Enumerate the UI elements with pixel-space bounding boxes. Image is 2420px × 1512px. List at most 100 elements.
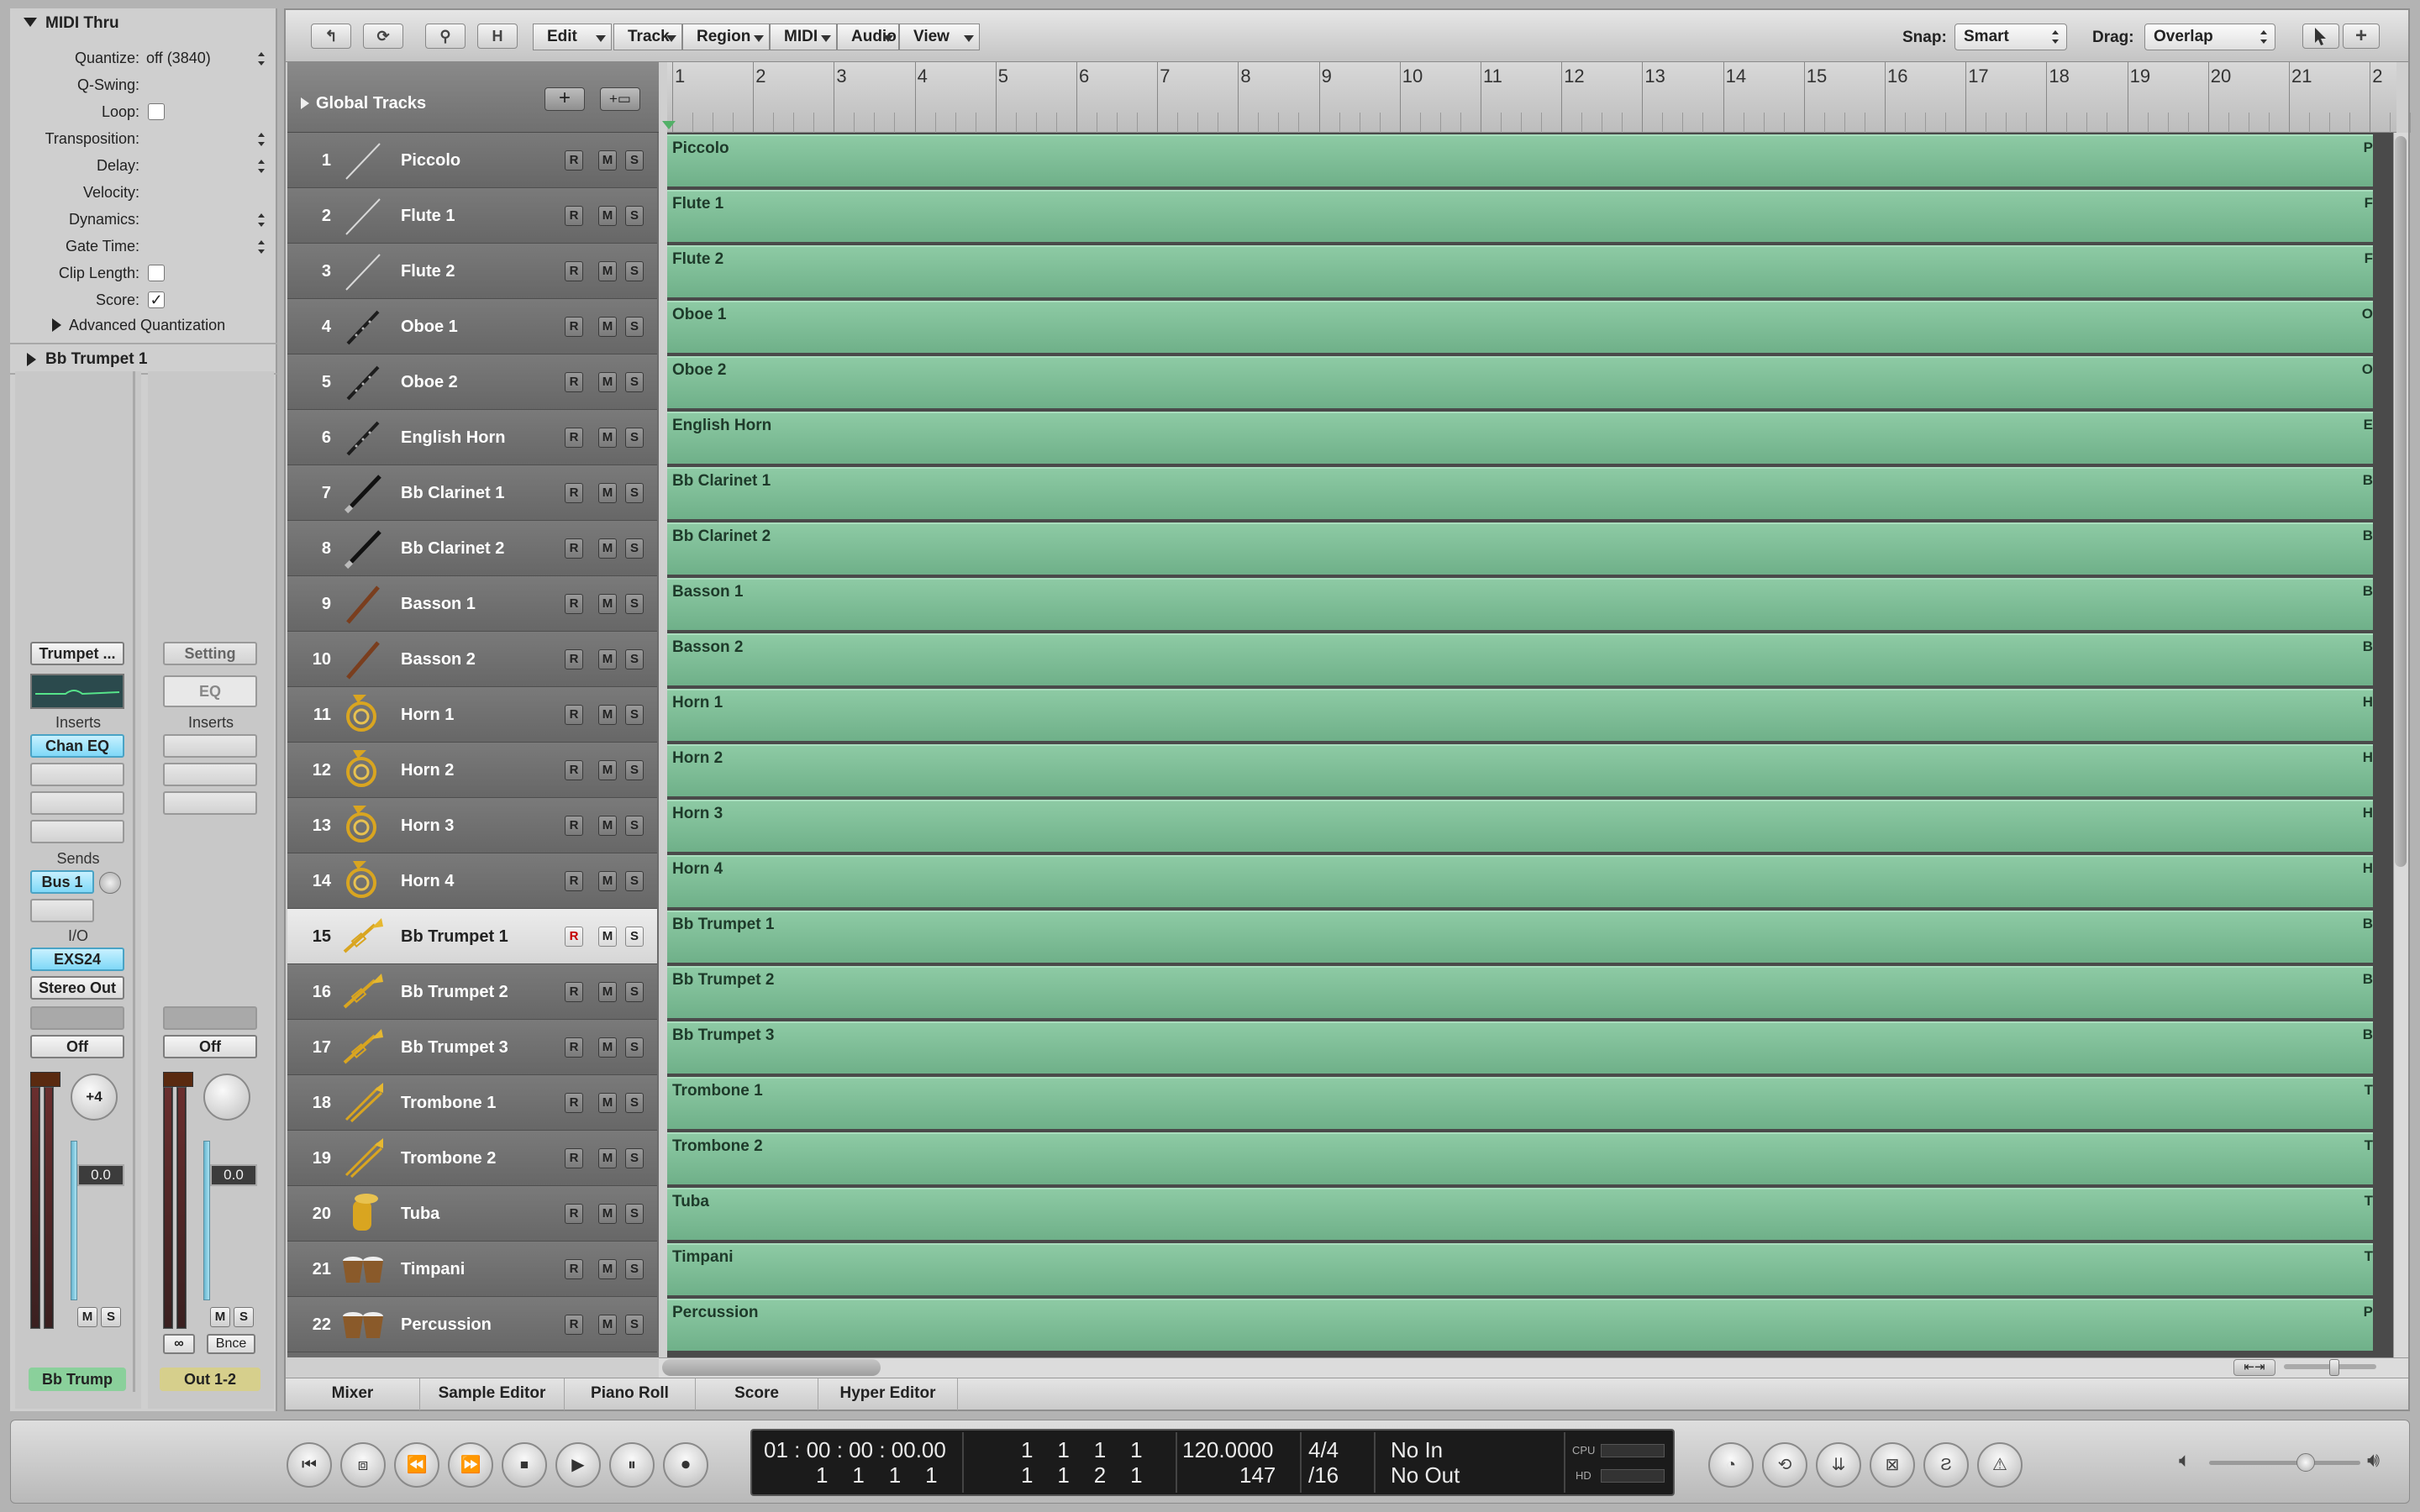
track-name[interactable]: Bb Trumpet 3 <box>401 1020 508 1075</box>
crosshair-tool-icon[interactable]: + <box>2343 24 2380 49</box>
disclosure-triangle-icon[interactable] <box>301 97 309 109</box>
play-icon[interactable]: ▶ <box>555 1442 601 1488</box>
solo-button[interactable]: S <box>625 927 644 947</box>
bounce-button[interactable]: Bnce <box>207 1334 255 1354</box>
tab-piano-roll[interactable]: Piano Roll <box>565 1378 696 1410</box>
solo-button[interactable]: S <box>101 1307 121 1327</box>
record-enable-button[interactable]: R <box>565 206 583 226</box>
insert-slot-2[interactable] <box>163 763 257 786</box>
fast-forward-icon[interactable]: ⏩ <box>448 1442 493 1488</box>
peak-indicator[interactable] <box>30 1072 60 1087</box>
timpani-icon[interactable] <box>341 1303 385 1347</box>
midi-region[interactable]: Horn 4 H <box>667 855 2373 907</box>
track-header[interactable]: 12 Horn 2 RMS <box>287 743 657 798</box>
track-header[interactable]: 1 Piccolo R M S <box>287 133 657 188</box>
track-name[interactable]: Bb Clarinet 2 <box>401 521 504 576</box>
track-header[interactable]: 14 Horn 4 RMS <box>287 853 657 909</box>
param-row[interactable]: Velocity: <box>10 180 277 205</box>
solo-button[interactable]: S <box>625 538 644 559</box>
record-enable-button[interactable]: R <box>565 760 583 780</box>
mute-button[interactable]: M <box>77 1307 97 1327</box>
track-name[interactable]: Trombone 1 <box>401 1075 496 1131</box>
mute-button[interactable]: M <box>598 538 617 559</box>
eq-thumbnail[interactable] <box>30 674 124 709</box>
pan-knob[interactable]: +4 <box>71 1074 118 1121</box>
param-row[interactable]: Score: ✓ <box>10 287 277 312</box>
oboe-icon[interactable] <box>341 305 385 349</box>
mute-button[interactable]: M <box>598 1315 617 1335</box>
cycle-icon[interactable]: ⟲ <box>1762 1442 1807 1488</box>
bassoon-icon[interactable] <box>341 638 385 681</box>
record-enable-button[interactable]: R <box>565 871 583 891</box>
track-name[interactable]: Oboe 2 <box>401 354 458 410</box>
volume-fader[interactable] <box>71 1141 77 1300</box>
trombone-icon[interactable] <box>341 1137 385 1180</box>
track-header[interactable]: 13 Horn 3 RMS <box>287 798 657 853</box>
track-name[interactable]: Horn 4 <box>401 853 454 909</box>
solo-button[interactable]: S <box>625 982 644 1002</box>
midi-region[interactable]: Horn 1 H <box>667 689 2373 741</box>
param-row[interactable]: Quantize: off (3840) <box>10 45 277 71</box>
menu-region[interactable]: Region <box>682 24 770 50</box>
track-name[interactable]: Horn 1 <box>401 687 454 743</box>
catch-icon[interactable]: ↰ <box>311 24 351 49</box>
tab-sample-editor[interactable]: Sample Editor <box>420 1378 565 1410</box>
track-header[interactable]: 15 Bb Trumpet 1 RMS <box>287 909 657 964</box>
automation-mode-button[interactable]: Off <box>163 1035 257 1058</box>
channel-strip-name[interactable]: Out 1-2 <box>160 1368 260 1391</box>
insert-slot-3[interactable] <box>163 791 257 815</box>
metronome-icon[interactable]: ⚠ <box>1977 1442 2023 1488</box>
solo-button[interactable]: S <box>625 428 644 448</box>
midi-region[interactable]: Bb Clarinet 2 B <box>667 522 2373 575</box>
clarinet-icon[interactable] <box>341 471 385 515</box>
track-header[interactable]: 22 Percussion R M S <box>287 1297 657 1352</box>
trumpet-icon[interactable] <box>341 1026 385 1069</box>
trumpet-icon[interactable] <box>341 915 385 958</box>
french-horn-icon[interactable] <box>341 804 385 848</box>
peak-indicator[interactable] <box>163 1072 193 1087</box>
clarinet-icon[interactable] <box>341 527 385 570</box>
mute-button[interactable]: M <box>598 483 617 503</box>
mute-button[interactable]: M <box>598 261 617 281</box>
record-enable-button[interactable]: R <box>565 1204 583 1224</box>
solo-button[interactable]: S <box>625 372 644 392</box>
track-header[interactable]: 19 Trombone 2 RMS <box>287 1131 657 1186</box>
record-enable-button[interactable]: R <box>565 261 583 281</box>
mute-button[interactable]: M <box>598 871 617 891</box>
mute-button[interactable]: M <box>598 150 617 171</box>
track-header[interactable]: 20 Tuba R M S <box>287 1186 657 1242</box>
sync-icon[interactable]: Ƨ <box>1923 1442 1969 1488</box>
rewind-icon[interactable]: ⏪ <box>394 1442 439 1488</box>
mute-button[interactable]: M <box>598 816 617 836</box>
french-horn-icon[interactable] <box>341 859 385 903</box>
menu-audio[interactable]: Audio <box>837 24 899 50</box>
balance-knob[interactable] <box>203 1074 250 1121</box>
stop-icon[interactable]: ⏹ <box>502 1442 547 1488</box>
midi-region[interactable]: Basson 2 B <box>667 633 2373 685</box>
record-enable-button[interactable]: R <box>565 982 583 1002</box>
midi-region[interactable]: Oboe 2 O <box>667 356 2373 408</box>
woodwind-stick-icon[interactable] <box>341 249 385 293</box>
track-header[interactable]: 21 Timpani R M S <box>287 1242 657 1297</box>
eq-thumbnail[interactable]: EQ <box>163 675 257 707</box>
disclosure-triangle-icon[interactable] <box>24 18 37 27</box>
french-horn-icon[interactable] <box>341 693 385 737</box>
mute-button[interactable]: M <box>598 1204 617 1224</box>
duplicate-track-button[interactable]: +▭ <box>600 87 640 111</box>
playhead-marker-icon[interactable] <box>662 121 676 129</box>
record-enable-button[interactable]: R <box>565 816 583 836</box>
solo-button[interactable]: S <box>625 1315 644 1335</box>
record-enable-button[interactable]: R <box>565 1259 583 1279</box>
mute-button[interactable]: M <box>210 1307 230 1327</box>
track-name[interactable]: Horn 3 <box>401 798 454 853</box>
record-icon[interactable]: ⏺ <box>663 1442 708 1488</box>
track-name[interactable]: Bb Trumpet 1 <box>401 909 508 964</box>
send-slot-2[interactable] <box>30 899 94 922</box>
volume-fader[interactable] <box>203 1141 210 1300</box>
record-enable-button[interactable]: R <box>565 594 583 614</box>
midi-region[interactable]: Tuba T <box>667 1188 2373 1240</box>
solo-button[interactable]: S <box>625 1259 644 1279</box>
horizontal-scrollbar[interactable] <box>659 1357 2408 1378</box>
midi-region[interactable]: Percussion P <box>667 1299 2373 1351</box>
record-enable-button[interactable]: R <box>565 483 583 503</box>
